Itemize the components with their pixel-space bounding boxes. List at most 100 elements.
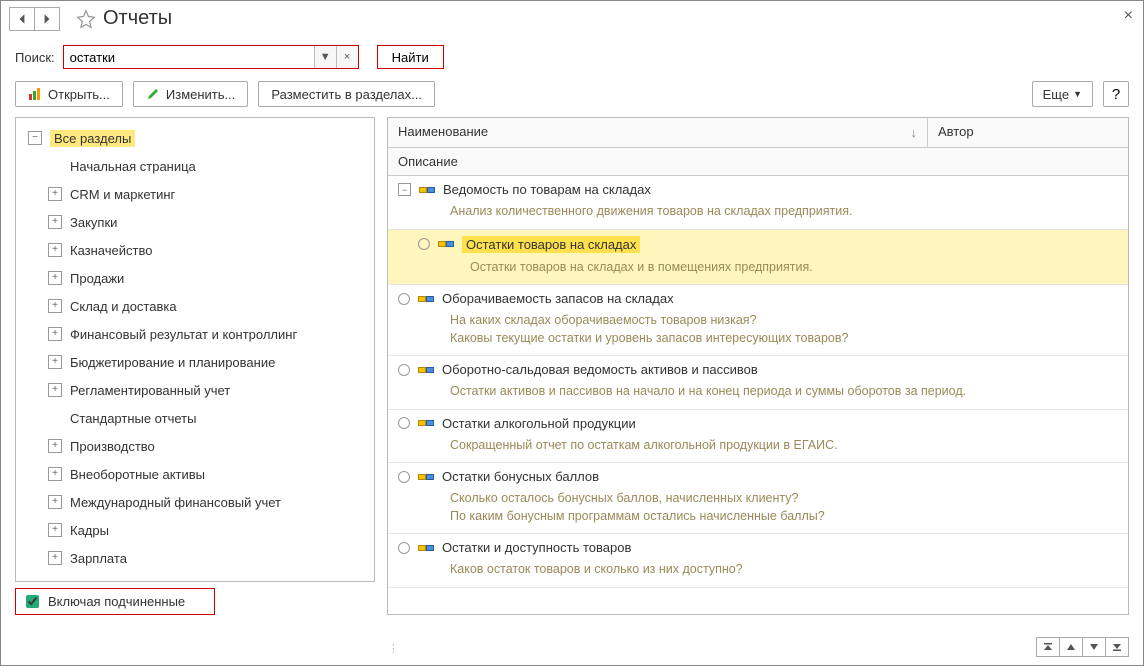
report-row[interactable]: Остатки алкогольной продукцииСокращенный… [388,410,1128,464]
report-icon [438,238,454,250]
report-title: Остатки товаров на складах [462,236,640,253]
tree-item-label: Склад и доставка [70,299,177,314]
report-row[interactable]: Оборотно-сальдовая ведомость активов и п… [388,356,1128,410]
report-icon [418,293,434,305]
edit-button[interactable]: Изменить... [133,81,248,107]
tree-item-label: Зарплата [70,551,127,566]
tree-item-label: Стандартные отчеты [70,411,196,426]
expand-icon[interactable]: + [48,299,62,313]
column-name[interactable]: Наименование ↓ [388,118,928,147]
column-author[interactable]: Автор [928,118,1128,147]
include-subordinates-checkbox[interactable]: Включая подчиненные [15,588,215,615]
expand-icon[interactable]: + [48,187,62,201]
collapse-icon[interactable]: − [398,183,411,196]
expand-icon[interactable]: + [48,523,62,537]
tree-item-label: Казначейство [70,243,152,258]
chevron-down-icon: ▼ [1073,89,1082,99]
tree-root[interactable]: −Все разделы [20,124,370,152]
sort-desc-icon: ↓ [911,125,918,140]
report-row[interactable]: Оборачиваемость запасов на складахНа как… [388,285,1128,356]
expand-icon[interactable]: + [48,383,62,397]
radio-icon[interactable] [398,542,410,554]
expand-icon[interactable]: + [48,215,62,229]
tree-item-label: Производство [70,439,155,454]
nav-down-button[interactable] [1082,637,1106,657]
report-title: Остатки бонусных баллов [442,469,599,484]
tree-item[interactable]: + CRM и маркетинг [20,180,370,208]
expand-icon[interactable]: + [48,271,62,285]
include-subordinates-input[interactable] [26,595,39,608]
tree-item-label: Начальная страница [70,159,196,174]
nav-up-button[interactable] [1059,637,1083,657]
open-button[interactable]: Открыть... [15,81,123,107]
tree-item-label: Закупки [70,215,117,230]
expand-icon[interactable]: + [48,355,62,369]
report-title: Остатки и доступность товаров [442,540,631,555]
splitter-icon[interactable]: ⋮ [388,642,399,655]
nav-top-button[interactable] [1036,637,1060,657]
pencil-icon [146,87,160,101]
report-icon [418,364,434,376]
tree-item[interactable]: + Казначейство [20,236,370,264]
forward-button[interactable] [34,7,60,31]
tree-item[interactable]: + Международный финансовый учет [20,488,370,516]
expand-icon[interactable]: + [48,495,62,509]
tree-item[interactable]: +Кадры [20,516,370,544]
close-button[interactable]: × [1124,7,1133,25]
find-button[interactable]: Найти [377,45,444,69]
more-button[interactable]: Еще ▼ [1032,81,1093,107]
radio-icon[interactable] [418,238,430,250]
help-button[interactable]: ? [1103,81,1129,107]
expand-icon[interactable]: + [48,327,62,341]
include-subordinates-label: Включая подчиненные [48,594,185,609]
report-title: Оборотно-сальдовая ведомость активов и п… [442,362,758,377]
expand-icon[interactable]: + [48,243,62,257]
radio-icon[interactable] [398,471,410,483]
tree-item[interactable]: + Зарплата [20,544,370,572]
expand-icon[interactable]: + [48,551,62,565]
place-button[interactable]: Разместить в разделах... [258,81,435,107]
radio-icon[interactable] [398,417,410,429]
nav-bottom-button[interactable] [1105,637,1129,657]
tree-item[interactable]: Начальная страница [20,152,370,180]
report-icon [418,542,434,554]
back-button[interactable] [9,7,35,31]
radio-icon[interactable] [398,293,410,305]
column-desc[interactable]: Описание [388,148,1128,176]
report-title: Оборачиваемость запасов на складах [442,291,674,306]
report-title: Остатки алкогольной продукции [442,416,636,431]
tree-item[interactable]: Выплаты [20,572,370,581]
tree-item[interactable]: +Внеоборотные активы [20,460,370,488]
tree-item-label: Продажи [70,271,124,286]
report-row[interactable]: Остатки бонусных баллов Сколько осталось … [388,463,1128,534]
report-row[interactable]: Остатки товаров на складах Остатки товаро… [388,230,1128,286]
search-input[interactable] [64,46,314,68]
search-label: Поиск: [15,50,55,65]
report-desc: Остатки товаров на складах и в помещения… [388,259,1128,285]
tree-item[interactable]: Стандартные отчеты [20,404,370,432]
tree-item-label: Международный финансовый учет [70,495,281,510]
page-title: Отчеты [103,7,172,30]
radio-icon[interactable] [398,364,410,376]
search-clear-button[interactable]: × [336,46,358,68]
report-row[interactable]: −Ведомость по товарам на складахАнализ к… [388,176,1128,230]
tree-item[interactable]: +Регламентированный учет [20,376,370,404]
tree-item[interactable]: + Закупки [20,208,370,236]
report-row[interactable]: Остатки и доступность товаров Каков остат… [388,534,1128,588]
report-desc: Каков остаток товаров и сколько из них д… [388,561,1128,587]
more-label: Еще [1043,87,1069,102]
search-dropdown-button[interactable]: ▼ [314,46,336,68]
tree-item-label: Бюджетирование и планирование [70,355,275,370]
tree-item-label: CRM и маркетинг [70,187,175,202]
open-label: Открыть... [48,87,110,102]
tree-item[interactable]: + Склад и доставка [20,292,370,320]
tree-item[interactable]: +Финансовый результат и контроллинг [20,320,370,348]
expand-icon[interactable]: + [48,467,62,481]
tree-item[interactable]: + Бюджетирование и планирование [20,348,370,376]
tree-item[interactable]: + Производство [20,432,370,460]
collapse-icon[interactable]: − [28,131,42,145]
expand-icon[interactable]: + [48,439,62,453]
report-desc: Сколько осталось бонусных баллов, начисл… [388,490,1128,533]
tree-item[interactable]: + Продажи [20,264,370,292]
favorite-icon[interactable] [75,8,97,30]
